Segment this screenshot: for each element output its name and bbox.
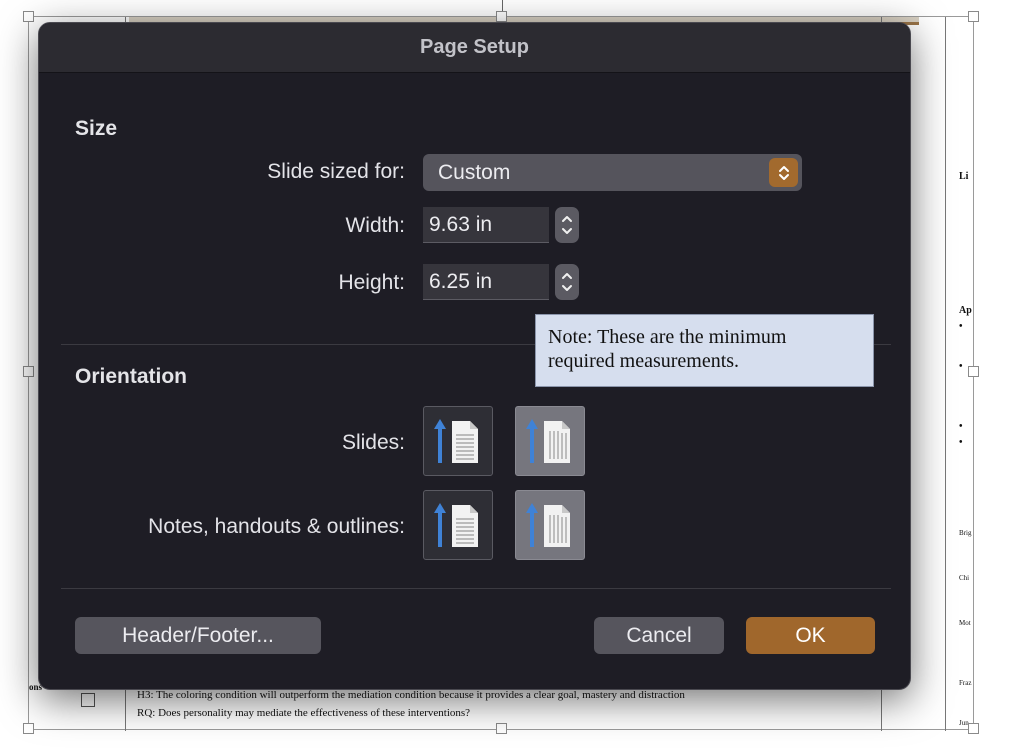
cancel-button[interactable]: Cancel — [594, 617, 724, 654]
doc-bullet: • — [959, 361, 963, 372]
doc-checkbox-shape — [81, 693, 95, 707]
doc-hypothesis-text: H3: The coloring condition will outperfo… — [137, 689, 685, 701]
note-line-2: required measurements. — [548, 350, 740, 372]
resize-handle[interactable] — [496, 723, 507, 734]
resize-handle[interactable] — [23, 723, 34, 734]
slides-orientation-label: Slides: — [341, 431, 405, 454]
resize-handle[interactable] — [496, 11, 507, 22]
landscape-orientation-icon — [526, 419, 570, 463]
resize-handle[interactable] — [23, 11, 34, 22]
notes-landscape-button[interactable] — [515, 490, 585, 560]
doc-text: Li — [959, 171, 969, 182]
width-value: 9.63 in — [429, 212, 493, 236]
resize-handle[interactable] — [23, 366, 34, 377]
dialog-title: Page Setup — [39, 23, 910, 73]
height-stepper-icon[interactable] — [555, 264, 579, 300]
ok-button[interactable]: OK — [746, 617, 875, 654]
slides-landscape-button[interactable] — [515, 406, 585, 476]
portrait-orientation-icon — [434, 419, 478, 463]
doc-bullet: • — [959, 321, 963, 332]
resize-handle[interactable] — [968, 11, 979, 22]
doc-text: Brig — [959, 529, 972, 537]
doc-text: Mot — [959, 619, 971, 627]
measurement-note: Note: These are the minimum required mea… — [535, 314, 874, 387]
height-field[interactable]: 6.25 in — [423, 264, 549, 300]
orientation-section-title: Orientation — [75, 365, 188, 388]
header-footer-button[interactable]: Header/Footer... — [75, 617, 321, 654]
doc-text: Fraz — [959, 679, 972, 687]
width-field[interactable]: 9.63 in — [423, 207, 549, 243]
doc-bullet: • — [959, 421, 963, 432]
resize-handle[interactable] — [968, 366, 979, 377]
width-label: Width: — [345, 214, 405, 237]
doc-text: Ap — [959, 305, 972, 316]
doc-question-text: RQ: Does personality may mediate the eff… — [137, 707, 471, 719]
chevron-up-down-icon[interactable] — [769, 158, 798, 187]
slide-size-value: Custom — [438, 160, 511, 184]
doc-bullet: • — [959, 437, 963, 448]
slides-portrait-button[interactable] — [423, 406, 493, 476]
width-stepper-icon[interactable] — [555, 207, 579, 243]
section-divider — [61, 588, 891, 589]
notes-portrait-button[interactable] — [423, 490, 493, 560]
height-label: Height: — [338, 271, 405, 294]
note-line-1: Note: These are the minimum — [548, 326, 787, 348]
slide-sized-for-label: Slide sized for: — [267, 160, 405, 183]
doc-text: Chi — [959, 574, 970, 582]
table-line — [945, 17, 946, 731]
size-section-title: Size — [75, 117, 118, 140]
portrait-orientation-icon — [434, 503, 478, 547]
resize-handle[interactable] — [968, 723, 979, 734]
slide-size-select[interactable]: Custom — [423, 154, 802, 191]
height-value: 6.25 in — [429, 269, 493, 293]
landscape-orientation-icon — [526, 503, 570, 547]
notes-orientation-label: Notes, handouts & outlines: — [148, 515, 405, 538]
